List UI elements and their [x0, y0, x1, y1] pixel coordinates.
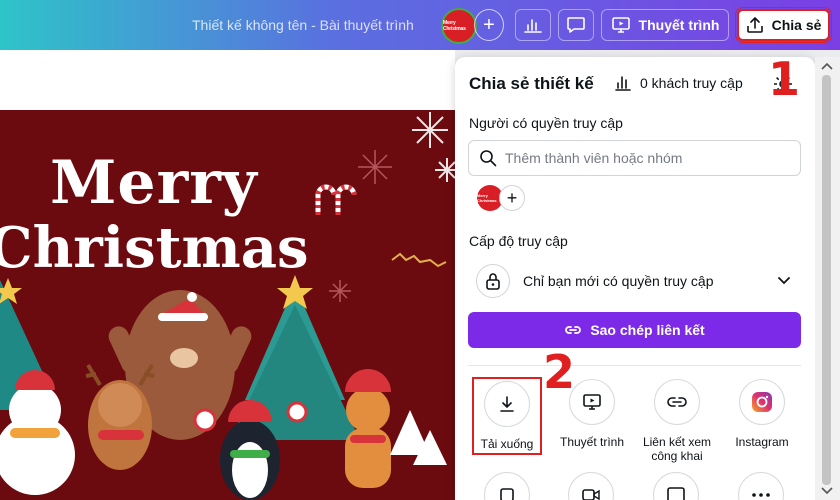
lock-icon — [476, 264, 510, 298]
download-label: Tải xuống — [480, 437, 534, 451]
more-action-3[interactable] — [653, 472, 699, 500]
copy-link-button[interactable]: Sao chép liên kết — [468, 312, 801, 348]
instagram-icon — [739, 379, 785, 425]
annotation-step-1: 1 — [768, 52, 801, 106]
comments-button[interactable] — [558, 9, 594, 41]
link-icon — [565, 326, 582, 334]
bar-chart-icon — [524, 19, 542, 33]
public-view-link-label: Liên kết xem công khai — [642, 435, 712, 463]
present-icon — [569, 379, 615, 425]
upload-icon — [746, 17, 763, 33]
plus-icon: + — [506, 187, 518, 208]
access-level-value: Chỉ bạn mới có quyền truy cập — [523, 273, 714, 289]
top-bar: Thiết kế không tên - Bài thuyết trình Me… — [0, 0, 840, 50]
share-label: Chia sẻ — [771, 17, 822, 33]
user-avatar[interactable]: Merry Christmas — [441, 8, 477, 44]
people-access-label: Người có quyền truy cập — [469, 115, 623, 131]
add-member-button[interactable]: + — [499, 185, 525, 211]
present-label: Thuyết trình — [638, 17, 720, 33]
more-action-2[interactable] — [568, 472, 614, 500]
share-button[interactable]: Chia sẻ — [735, 7, 832, 43]
copy-link-label: Sao chép liên kết — [590, 322, 705, 338]
plus-icon: + — [483, 14, 495, 36]
design-page[interactable]: Merry Christmas — [0, 110, 455, 500]
scroll-up-icon[interactable] — [820, 62, 834, 70]
document-title[interactable]: Thiết kế không tên - Bài thuyết trình — [192, 17, 414, 33]
bar-chart-icon — [615, 76, 631, 91]
access-level-select[interactable]: Chỉ bạn mới có quyền truy cập — [468, 261, 801, 301]
member-list: Merry Christmas + — [477, 185, 525, 211]
insights-button[interactable] — [515, 9, 551, 41]
more-action-1[interactable] — [484, 472, 530, 500]
instagram-label: Instagram — [735, 435, 789, 449]
link-icon — [654, 379, 700, 425]
visitor-count-label: 0 khách truy cập — [640, 75, 743, 91]
design-title-line2: Christmas — [0, 215, 309, 281]
present-icon — [611, 17, 630, 33]
comment-icon — [567, 17, 585, 33]
avatar-text: Merry Christmas — [443, 20, 466, 32]
visitor-count[interactable]: 0 khách truy cập — [615, 75, 743, 91]
instagram-action[interactable]: Instagram — [722, 379, 802, 449]
annotation-step-2: 2 — [543, 345, 576, 399]
scrollbar-thumb[interactable] — [822, 75, 831, 485]
video-icon — [568, 472, 614, 500]
chevron-down-icon — [778, 277, 790, 285]
download-icon — [484, 381, 530, 427]
scroll-down-icon[interactable] — [820, 487, 834, 495]
share-panel-title: Chia sẻ thiết kế — [469, 74, 594, 93]
access-level-label: Cấp độ truy cập — [469, 233, 568, 249]
embed-icon — [653, 472, 699, 500]
divider — [468, 365, 801, 366]
download-action[interactable]: Tải xuống — [472, 377, 542, 455]
search-input[interactable] — [505, 150, 785, 166]
more-icon — [738, 472, 784, 500]
share-panel: Chia sẻ thiết kế 0 khách truy cập Người … — [455, 57, 815, 500]
add-collaborator-button[interactable]: + — [474, 9, 504, 41]
present-button[interactable]: Thuyết trình — [601, 9, 729, 41]
search-icon — [480, 150, 497, 167]
qr-icon — [484, 472, 530, 500]
member-search[interactable] — [468, 140, 801, 176]
public-view-link-action[interactable]: Liên kết xem công khai — [637, 379, 717, 463]
more-action-4[interactable] — [738, 472, 784, 500]
design-title-line1: Merry — [50, 148, 258, 218]
present-action-label: Thuyết trình — [559, 435, 625, 449]
